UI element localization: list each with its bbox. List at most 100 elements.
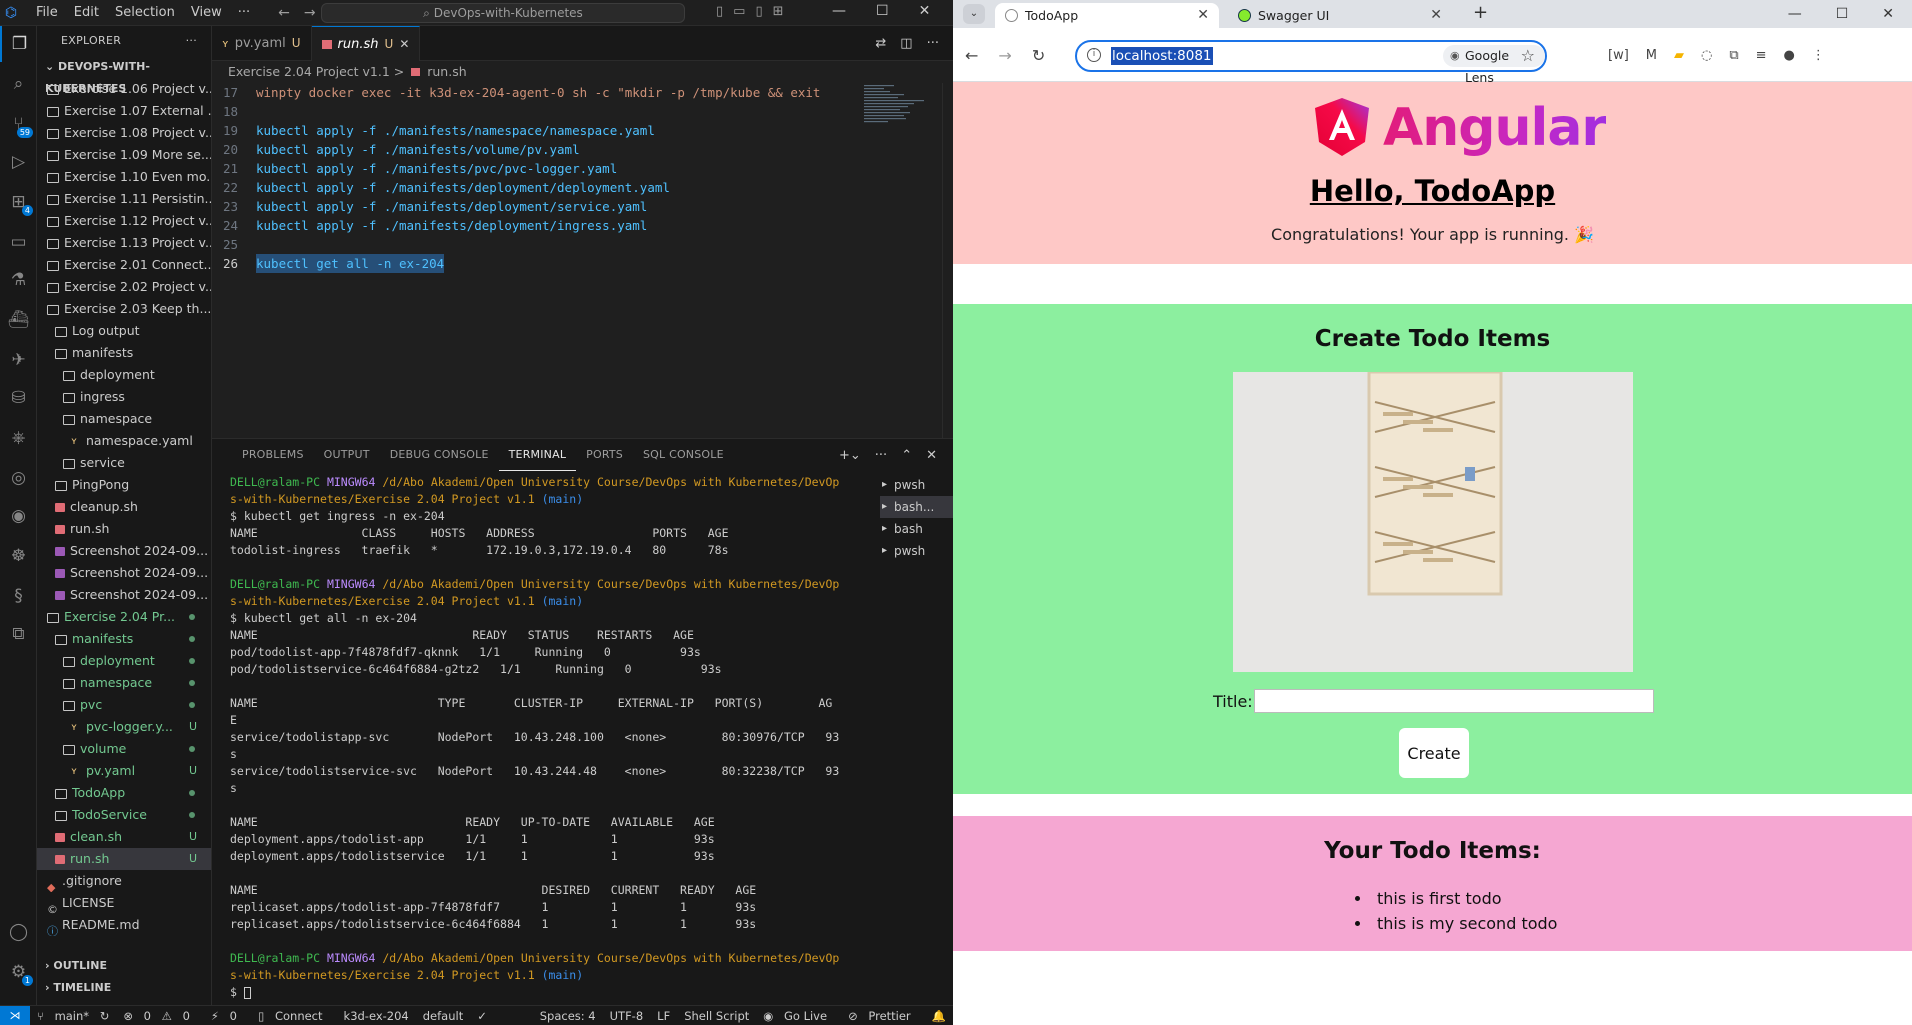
folder-item[interactable]: deployment — [37, 650, 211, 672]
customize-layout-icon[interactable]: ⊞ — [773, 4, 784, 19]
manage-gear-icon[interactable]: ⚙ 1 — [0, 954, 37, 990]
remote-explorer-icon[interactable]: ▭ — [0, 224, 37, 260]
title-input[interactable] — [1254, 689, 1654, 713]
database-icon[interactable]: ⛁ — [0, 380, 37, 416]
maximize-panel-icon[interactable]: ⌃ — [901, 448, 912, 463]
eol-indicator[interactable]: LF — [650, 1009, 677, 1023]
terminal-item-pwsh-2[interactable]: pwsh — [880, 540, 953, 562]
indentation-indicator[interactable]: Spaces: 4 — [533, 1009, 603, 1023]
folder-item[interactable]: Exercise 1.08 Project v... — [37, 122, 211, 144]
connect-button[interactable]: ▯ Connect — [251, 1009, 337, 1023]
git-branch[interactable]: ⑂ main* ↻ — [30, 1009, 116, 1023]
back-icon[interactable]: ← — [965, 46, 978, 65]
file-item[interactable]: ⓘ README.md — [37, 914, 211, 936]
extension-flag-icon[interactable]: ▰ — [1674, 48, 1684, 63]
toggle-panel-icon[interactable]: ▭ — [733, 4, 745, 19]
file-item[interactable]: © LICENSE — [37, 892, 211, 914]
file-item[interactable]: Screenshot 2024-09... — [37, 584, 211, 606]
folder-item[interactable]: Log output — [37, 320, 211, 342]
close-tab-icon[interactable]: ✕ — [399, 27, 409, 62]
profile-avatar[interactable]: ● — [1784, 48, 1795, 63]
extension-compass-icon[interactable]: ◌ — [1701, 48, 1712, 63]
status-check-icon[interactable]: ✓ — [470, 1009, 494, 1023]
media-queue-icon[interactable]: ≡ — [1756, 48, 1767, 63]
create-button[interactable]: Create — [1399, 728, 1469, 778]
prettier-indicator[interactable]: ⊘ Prettier — [841, 1009, 925, 1023]
new-terminal-icon[interactable]: +⌄ — [839, 448, 861, 463]
kubernetes-icon[interactable]: ⎈ — [0, 420, 37, 456]
folder-item[interactable]: manifests — [37, 342, 211, 364]
menu-more[interactable]: ··· — [230, 0, 258, 26]
folder-item[interactable]: Exercise 2.02 Project v... — [37, 276, 211, 298]
source-control-icon[interactable]: ⑂ 59 — [0, 106, 37, 142]
tab-search-icon[interactable]: ⌄ — [963, 4, 985, 24]
folder-item[interactable]: namespace — [37, 672, 211, 694]
kubernetes-run-icon[interactable]: ✈ — [0, 342, 37, 378]
workspace-root-folder[interactable]: ⌄ DEVOPS-WITH-KUBERNETES — [37, 56, 211, 95]
tab-terminal[interactable]: TERMINAL — [498, 440, 577, 471]
explorer-more-button[interactable]: ··· — [186, 26, 197, 56]
tab-run-sh[interactable]: run.sh U ✕ — [311, 26, 421, 62]
extensions-puzzle-icon[interactable]: ⧉ — [1729, 48, 1738, 63]
terminal-output[interactable]: DELL@ralam-PC MINGW64 /d/Abo Akademi/Ope… — [230, 474, 870, 1001]
maximize-icon[interactable]: ☐ — [876, 0, 889, 22]
back-arrow-icon[interactable]: ← — [278, 5, 290, 21]
file-item[interactable]: ʏ pvc-logger.y... U — [37, 716, 211, 738]
folder-item[interactable]: Exercise 2.01 Connect... — [37, 254, 211, 276]
folder-item[interactable]: Exercise 1.06 Project v... — [37, 78, 211, 100]
reload-icon[interactable]: ↻ — [1032, 46, 1045, 65]
explorer-icon[interactable]: ❐ — [0, 26, 37, 62]
editor-scrollbar[interactable] — [942, 83, 953, 438]
close-tab-icon[interactable]: ✕ — [1197, 3, 1209, 28]
file-item[interactable]: clean.sh U — [37, 826, 211, 848]
run-debug-icon[interactable]: ▷ — [0, 144, 37, 180]
more-actions-icon[interactable]: ··· — [927, 26, 939, 60]
folder-item[interactable]: Exercise 2.04 Pr... — [37, 606, 211, 628]
compare-icon[interactable]: ⇄ — [875, 26, 886, 60]
file-item[interactable]: ʏ namespace.yaml — [37, 430, 211, 452]
forward-arrow-icon[interactable]: → — [304, 5, 316, 21]
close-window-icon[interactable]: ✕ — [919, 0, 931, 22]
maximize-icon[interactable]: ☐ — [1836, 0, 1849, 28]
kube-context[interactable]: k3d-ex-204 — [337, 1009, 416, 1023]
docker-icon[interactable]: ⛴ — [0, 302, 37, 338]
tab-sql-console[interactable]: SQL CONSOLE — [633, 439, 734, 471]
extensions-icon[interactable]: ⊞ 4 — [0, 184, 37, 220]
folder-item[interactable]: ingress — [37, 386, 211, 408]
terminal-input-line[interactable]: $ — [230, 984, 870, 1001]
language-mode[interactable]: Shell Script — [677, 1009, 756, 1023]
folder-item[interactable]: Exercise 1.09 More se... — [37, 144, 211, 166]
accounts-icon[interactable]: ◯ — [0, 914, 37, 950]
remote-indicator-icon[interactable]: ⋊ — [0, 1005, 30, 1025]
folder-item[interactable]: manifests — [37, 628, 211, 650]
bookmark-star-icon[interactable]: ☆ — [1521, 46, 1535, 65]
command-center[interactable]: ⌕ DevOps-with-Kubernetes — [321, 3, 685, 23]
terminal-item-pwsh[interactable]: pwsh — [880, 474, 953, 496]
testing-icon[interactable]: ⚗ — [0, 262, 37, 298]
timeline-section[interactable]: › TIMELINE — [37, 977, 211, 999]
close-window-icon[interactable]: ✕ — [1882, 0, 1894, 28]
folder-item[interactable]: pvc — [37, 694, 211, 716]
file-item[interactable]: Screenshot 2024-09... — [37, 540, 211, 562]
menu-file[interactable]: File — [28, 0, 66, 26]
address-bar[interactable]: i localhost:8081 Google Lens ☆ — [1075, 40, 1547, 85]
containers-icon[interactable]: ⧉ — [0, 616, 37, 652]
breadcrumb-folder[interactable]: Exercise 2.04 Project v1.1 — [228, 64, 390, 79]
chrome-menu-icon[interactable]: ⋮ — [1812, 48, 1825, 63]
folder-item[interactable]: volume — [37, 738, 211, 760]
split-editor-icon[interactable]: ◫ — [900, 26, 912, 60]
url-text[interactable]: localhost:8081 — [1111, 47, 1213, 65]
file-item[interactable]: run.sh — [37, 518, 211, 540]
minimap[interactable] — [862, 83, 936, 143]
browser-tab-swagger[interactable]: Swagger UI ✕ — [1228, 3, 1452, 28]
folder-item[interactable]: Exercise 1.07 External ... — [37, 100, 211, 122]
encoding-indicator[interactable]: UTF-8 — [603, 1009, 651, 1023]
folder-item[interactable]: Exercise 1.10 Even mo... — [37, 166, 211, 188]
menu-selection[interactable]: Selection — [107, 0, 183, 26]
tab-debug-console[interactable]: DEBUG CONSOLE — [380, 439, 499, 471]
folder-item[interactable]: Exercise 1.12 Project v... — [37, 210, 211, 232]
extension-w-icon[interactable]: [w] — [1608, 48, 1629, 63]
file-item[interactable]: Screenshot 2024-09... — [37, 562, 211, 584]
python-icon[interactable]: § — [0, 578, 37, 614]
helm-icon[interactable]: ☸ — [0, 538, 37, 574]
